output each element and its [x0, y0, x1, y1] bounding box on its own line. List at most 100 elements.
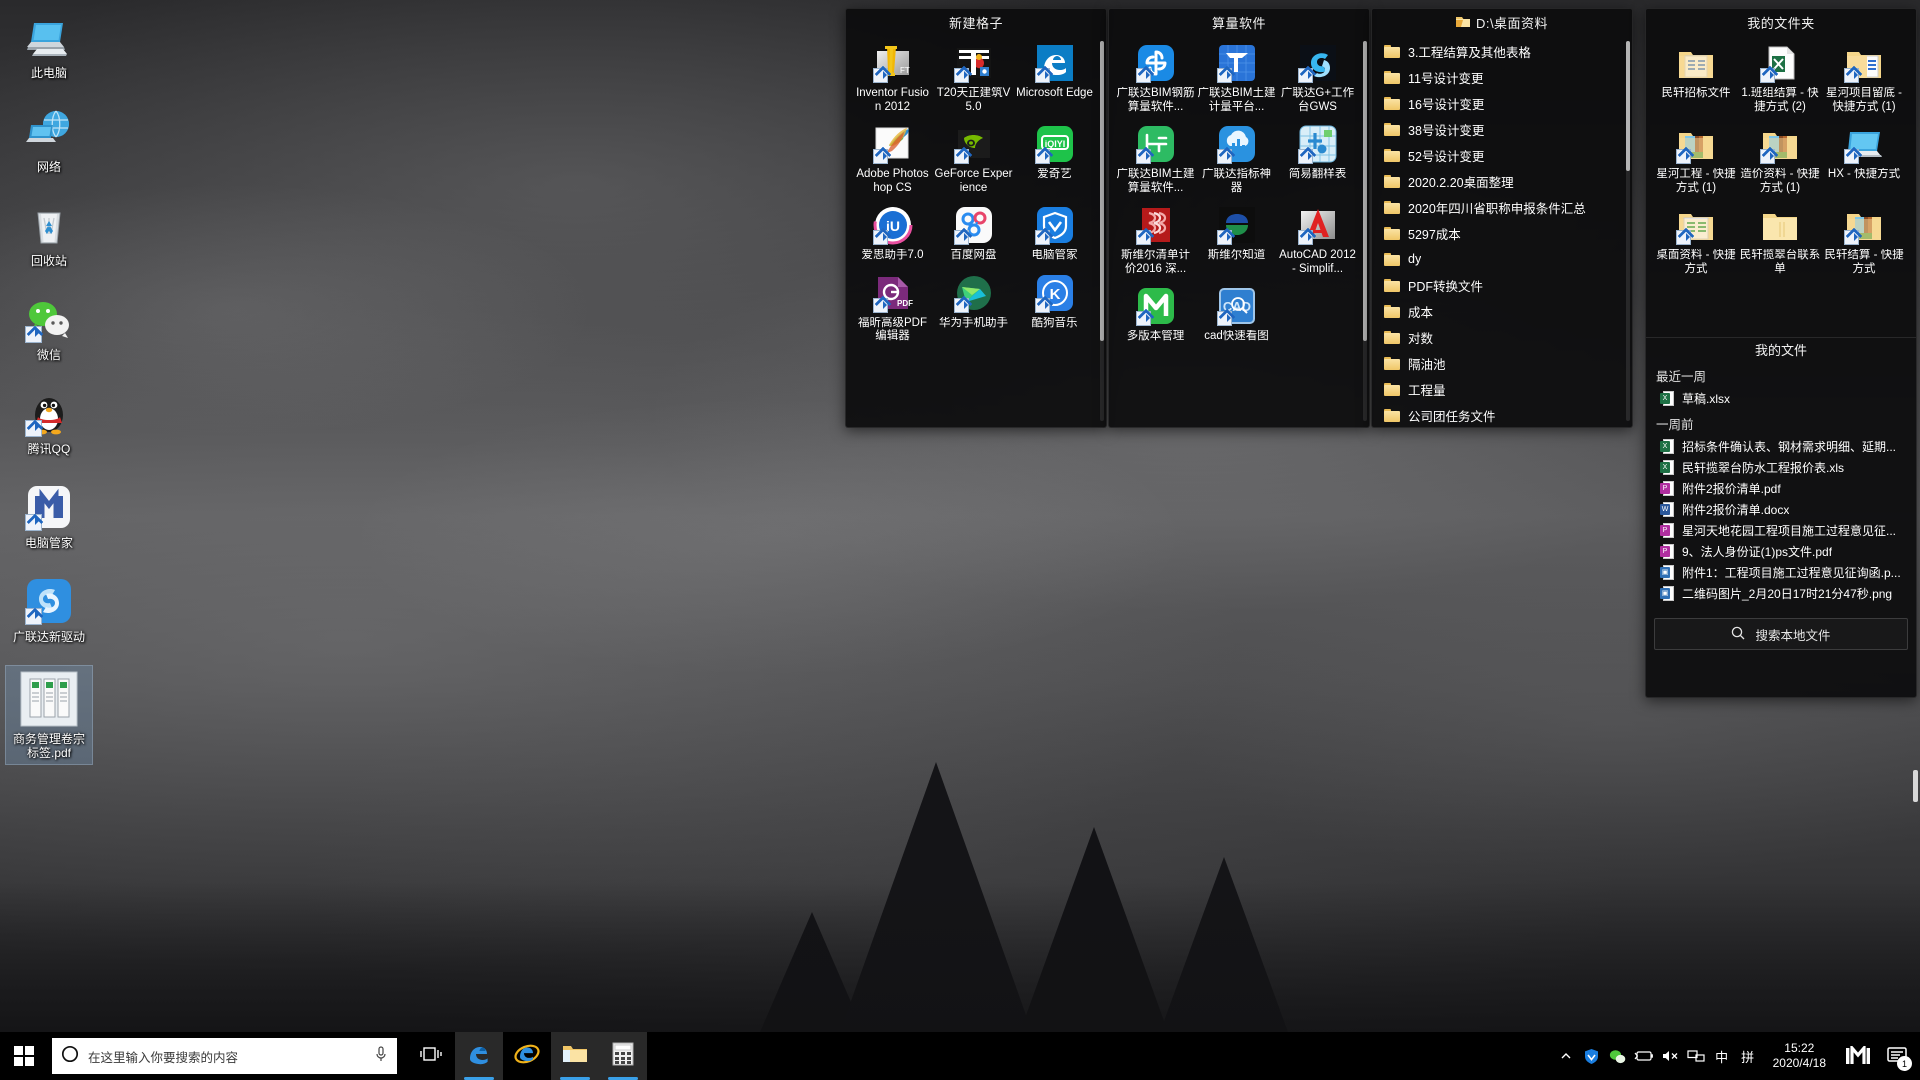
folder-list-item[interactable]: PDF转换文件 — [1372, 272, 1632, 298]
folder-tile-lancuitai-contacts[interactable]: 民轩揽翠台联系单 — [1738, 201, 1822, 276]
app-tile-glodon-gws[interactable]: 广联达G+工作台GWS — [1277, 39, 1358, 114]
app-tile-microsoft-edge[interactable]: Microsoft Edge — [1014, 39, 1095, 114]
recent-file-item[interactable]: X 草稿.xlsx — [1646, 388, 1916, 409]
app-tile-glodon-index[interactable]: 广联达指标神器 — [1196, 120, 1277, 195]
app-tile-cad-quick-viewer[interactable]: CAD cad快速看图 — [1196, 282, 1277, 344]
app-tile-foxit-pdf[interactable]: PDF 福昕高级PDF编辑器 — [852, 269, 933, 344]
folder-tile-minxuan-bid[interactable]: 民轩招标文件 — [1654, 39, 1738, 114]
action-center-button[interactable]: 1 — [1878, 1032, 1916, 1080]
calculator-icon — [612, 1042, 634, 1071]
folder-list-item[interactable]: 2020年四川省职称申报条件汇总 — [1372, 194, 1632, 220]
shortcut-arrow-icon — [1135, 149, 1151, 164]
recent-file-item[interactable]: ▣ 附件1：工程项目施工过程意见征询函.p... — [1646, 562, 1916, 583]
app-tile-autocad-2012[interactable]: AutoCAD 2012 - Simplif... — [1277, 201, 1358, 276]
app-tile-huawei-hisuite[interactable]: 华为手机助手 — [933, 269, 1014, 344]
folder-name: 16号设计变更 — [1408, 97, 1485, 112]
folder-list-item[interactable]: 38号设计变更 — [1372, 116, 1632, 142]
taskbar-microsoft-edge[interactable] — [455, 1032, 503, 1080]
app-tile-glodon-bim-rebar[interactable]: 广联达BIM钢筋算量软件... — [1115, 39, 1196, 114]
taskbar-clock[interactable]: 15:22 2020/4/18 — [1761, 1032, 1838, 1080]
show-hidden-icons-button[interactable] — [1553, 1032, 1579, 1080]
folder-tile-xinghe-project[interactable]: 星河工程 - 快捷方式 (1) — [1654, 120, 1738, 195]
app-tile-i4-assistant[interactable]: iU 爱思助手7.0 — [852, 201, 933, 263]
search-input[interactable]: 在这里输入你要搜索的内容 — [52, 1038, 397, 1074]
app-tile-thsware-pricing[interactable]: 斯维尔清单计价2016 深... — [1115, 201, 1196, 276]
folder-list-item[interactable]: dy — [1372, 246, 1632, 272]
folder-list-item[interactable]: 公司团任务文件 — [1372, 402, 1632, 427]
taskbar-internet-explorer[interactable] — [503, 1032, 551, 1080]
recent-file-item[interactable]: P 星河天地花园工程项目施工过程意见征... — [1646, 520, 1916, 541]
app-tile-label: Adobe Photoshop CS — [856, 168, 929, 194]
desktop-icon-wechat[interactable]: 微信 — [6, 290, 92, 366]
folder-list-item[interactable]: 隔油池 — [1372, 350, 1632, 376]
recent-file-item[interactable]: ▣ 二维码图片_2月20日17时21分47秒.png — [1646, 583, 1916, 604]
folder-list-item[interactable]: 成本 — [1372, 298, 1632, 324]
desktop-icon-network[interactable]: 网络 — [6, 102, 92, 178]
folder-tile-desktop-data-shortcut[interactable]: 桌面资料 - 快捷方式 — [1654, 201, 1738, 276]
app-tile-simple-rebar-table[interactable]: 简易翻样表 — [1277, 120, 1358, 195]
app-tile-glodon-bim-civil[interactable]: 广联达BIM土建计量平台... — [1196, 39, 1277, 114]
tray-pc-manager-tray-icon[interactable] — [1838, 1032, 1878, 1080]
folder-name: 工程量 — [1408, 383, 1446, 398]
app-tile-label: 华为手机助手 — [939, 316, 1008, 329]
recent-file-item[interactable]: P 9、法人身份证(1)ps文件.pdf — [1646, 541, 1916, 562]
glodon-bim-quantity-icon — [1135, 124, 1176, 164]
folder-list-item[interactable]: 2020.2.20桌面整理 — [1372, 168, 1632, 194]
app-tile-multi-version-manager[interactable]: 多版本管理 — [1115, 282, 1196, 344]
tray-volume-muted-icon[interactable] — [1657, 1032, 1683, 1080]
app-tile-iqiyi[interactable]: iQIYI 爱奇艺 — [1014, 120, 1095, 195]
recent-file-item[interactable]: X 招标条件确认表、钢材需求明细、延期... — [1646, 436, 1916, 457]
search-local-files-input[interactable]: 搜索本地文件 — [1654, 618, 1908, 650]
app-tile-pc-manager-shield[interactable]: 电脑管家 — [1014, 201, 1095, 263]
task-view-button[interactable] — [407, 1032, 455, 1080]
panel-scrollbar[interactable] — [1363, 41, 1367, 421]
folder-tile-xinghe-backup[interactable]: 星河项目留底 - 快捷方式 (1) — [1822, 39, 1906, 114]
panel-scrollbar[interactable] — [1626, 41, 1630, 421]
desktop-icon-glodon-driver[interactable]: 广联达新驱动 — [6, 572, 92, 648]
app-tile-inventor-fusion[interactable]: FT Inventor Fusion 2012 — [852, 39, 933, 114]
app-tile-glodon-bim-quantity[interactable]: 广联达BIM土建算量软件... — [1115, 120, 1196, 195]
tray-ime-chinese-icon[interactable]: 中 — [1709, 1032, 1735, 1080]
folder-tile-banzu-settlement[interactable]: 1.班组结算 - 快捷方式 (2) — [1738, 39, 1822, 114]
recent-file-item[interactable]: X 民轩揽翠台防水工程报价表.xls — [1646, 457, 1916, 478]
folder-list-item[interactable]: 对数 — [1372, 324, 1632, 350]
app-tile-photoshop[interactable]: Adobe Photoshop CS — [852, 120, 933, 195]
app-tile-geforce-experience[interactable]: GeForce Experience — [933, 120, 1014, 195]
cad-quick-viewer-icon: CAD — [1216, 286, 1257, 326]
folder-list-item[interactable]: 52号设计变更 — [1372, 142, 1632, 168]
folder-list-item[interactable]: 工程量 — [1372, 376, 1632, 402]
panel-scrollbar[interactable] — [1100, 41, 1104, 421]
app-tile-baidu-netdisk[interactable]: 百度网盘 — [933, 201, 1014, 263]
folder-list-item[interactable]: 3.工程结算及其他表格 — [1372, 38, 1632, 64]
folder-list-item[interactable]: 11号设计变更 — [1372, 64, 1632, 90]
app-tile-label: 广联达指标神器 — [1202, 168, 1271, 194]
desktop-icon-qq[interactable]: 腾讯QQ — [6, 384, 92, 460]
folder-tile-hx[interactable]: HX - 快捷方式 — [1822, 120, 1906, 195]
tray-wechat-icon[interactable] — [1605, 1032, 1631, 1080]
app-tile-thsware-zhidao[interactable]: 斯维尔知道 — [1196, 201, 1277, 276]
recent-file-item[interactable]: P 附件2报价清单.pdf — [1646, 478, 1916, 499]
folder-name: PDF转换文件 — [1408, 279, 1484, 294]
desktop-icon-pdf-document[interactable]: 商务管理卷宗标签.pdf — [5, 665, 93, 765]
shortcut-arrow-icon — [1676, 149, 1691, 164]
tray-ime-pinyin-icon[interactable]: 拼 — [1735, 1032, 1761, 1080]
microphone-icon[interactable] — [374, 1045, 388, 1067]
app-tile-kugou-music[interactable]: K 酷狗音乐 — [1014, 269, 1095, 344]
desktop-icon-pc-manager[interactable]: 电脑管家 — [6, 478, 92, 554]
desktop-icon-this-pc[interactable]: 此电脑 — [6, 8, 92, 84]
desktop-icon-recycle-bin[interactable]: 回收站 — [6, 196, 92, 272]
taskbar-file-explorer[interactable] — [551, 1032, 599, 1080]
tray-pc-manager-shield-icon[interactable] — [1579, 1032, 1605, 1080]
folder-list-item[interactable]: 16号设计变更 — [1372, 90, 1632, 116]
word-file-icon: W — [1660, 501, 1674, 518]
folder-tile-minxuan-settlement[interactable]: 民轩结算 - 快捷方式 — [1822, 201, 1906, 276]
tray-network-icon[interactable] — [1683, 1032, 1709, 1080]
taskbar-calculator[interactable] — [599, 1032, 647, 1080]
tray-battery-icon[interactable] — [1631, 1032, 1657, 1080]
start-button[interactable] — [0, 1032, 48, 1080]
folder-tile-cost-data[interactable]: 造价资料 - 快捷方式 (1) — [1738, 120, 1822, 195]
recent-file-item[interactable]: W 附件2报价清单.docx — [1646, 499, 1916, 520]
screen-edge-scroll-nub[interactable] — [1913, 770, 1918, 802]
app-tile-t20-tangent[interactable]: T20天正建筑V5.0 — [933, 39, 1014, 114]
folder-list-item[interactable]: 5297成本 — [1372, 220, 1632, 246]
